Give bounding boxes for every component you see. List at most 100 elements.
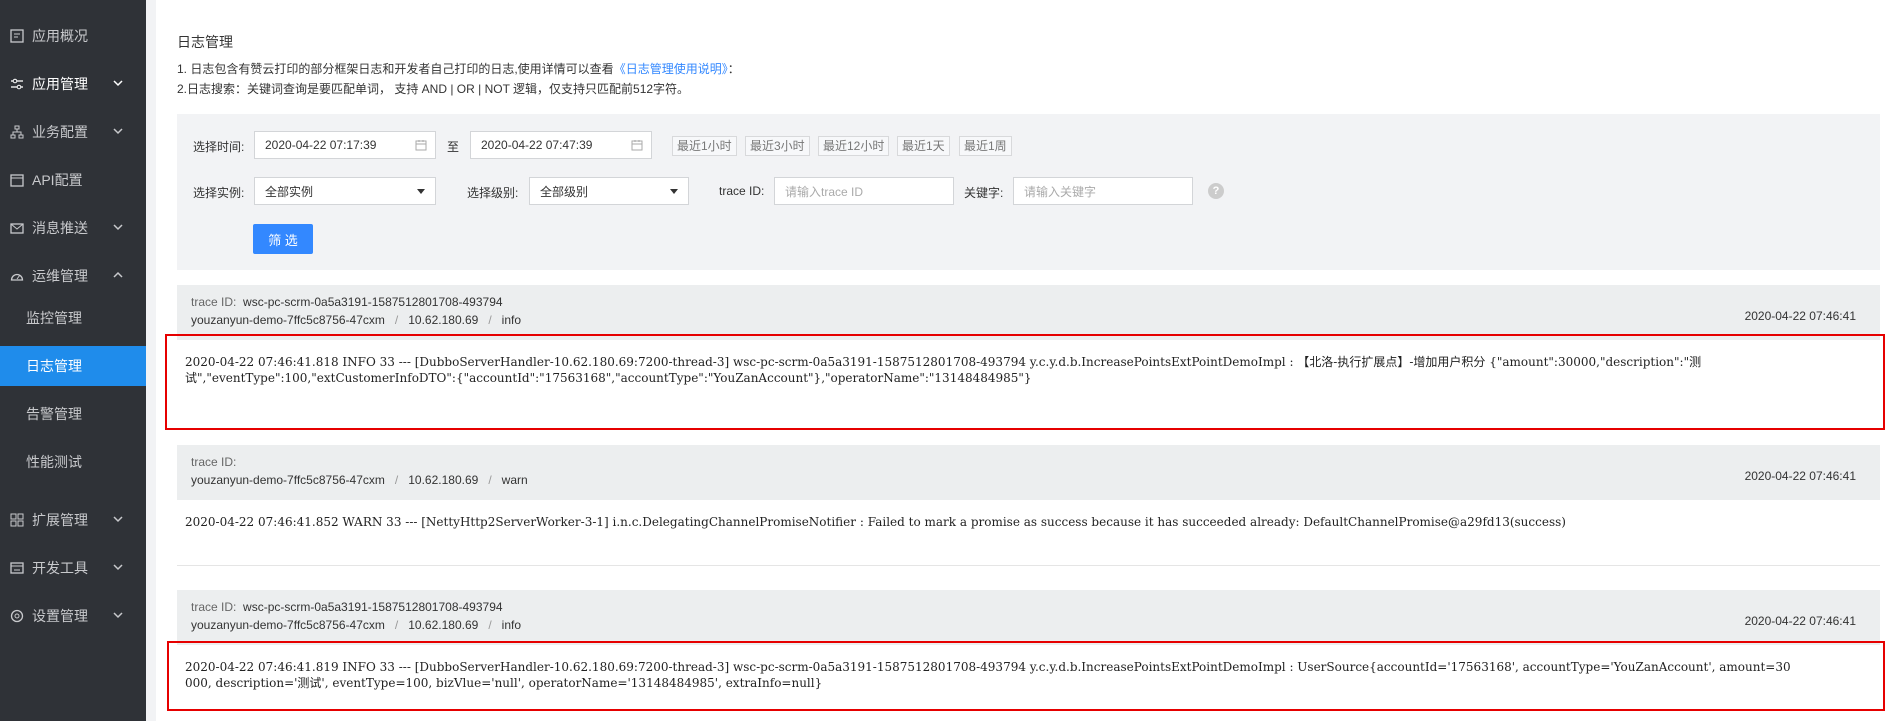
level-select[interactable]: 全部级别 (529, 177, 689, 205)
trace-id-caption: trace ID: (191, 295, 237, 309)
dashboard-icon (10, 269, 24, 283)
trace-id-value[interactable]: wsc-pc-scrm-0a5a3191-1587512801708-49379… (243, 295, 503, 309)
nav-sub-perf-test[interactable]: 性能测试 (0, 442, 146, 482)
chevron-down-icon (113, 612, 123, 619)
chevron-down-icon (113, 80, 123, 87)
grid-icon (10, 513, 24, 527)
log-message: 2020-04-22 07:46:41.852 WARN 33 --- [Net… (185, 514, 1865, 530)
intro-text-end: ： (727, 62, 740, 76)
log-entry-header: trace ID: wsc-pc-scrm-0a5a3191-158751280… (177, 285, 1880, 340)
nav-sub-label: 告警管理 (26, 406, 82, 422)
nav-app-management[interactable]: 应用管理 (0, 64, 146, 104)
level-value: 全部级别 (540, 184, 589, 199)
intro-text: 1. 日志包含有赞云打印的部分框架日志和开发者自己打印的日志,使用详情可以查看 (177, 62, 614, 76)
nav-label: 应用管理 (32, 76, 88, 92)
start-time-input[interactable]: 2020-04-22 07:17:39 (254, 131, 436, 159)
nav-message-push[interactable]: 消息推送 (0, 208, 146, 248)
end-time-input[interactable]: 2020-04-22 07:47:39 (470, 131, 652, 159)
nav-dev-tools[interactable]: 开发工具 (0, 548, 146, 588)
log-entry-header: trace ID: wsc-pc-scrm-0a5a3191-158751280… (177, 590, 1880, 645)
meta-separator: / (488, 473, 492, 487)
log-entry-header: trace ID: youzanyun-demo-7ffc5c8756-47cx… (177, 445, 1880, 500)
filter-panel: 选择时间: 2020-04-22 07:17:39 至 2020-04-22 0… (177, 114, 1880, 270)
usage-guide-link[interactable]: 《日志管理使用说明》 (614, 62, 728, 76)
keyword-input[interactable]: 请输入关键字 (1013, 177, 1193, 205)
log-meta: youzanyun-demo-7ffc5c8756-47cxm / 10.62.18… (191, 473, 528, 487)
quick-range-1w[interactable]: 最近1周 (959, 136, 1012, 156)
caret-down-icon (670, 189, 678, 194)
nav-label: 消息推送 (32, 220, 88, 236)
log-meta: youzanyun-demo-7ffc5c8756-47cxm / 10.62.18… (191, 313, 521, 327)
meta-separator: / (394, 473, 399, 487)
sliders-icon (10, 77, 24, 91)
intro-line-1: 1. 日志包含有赞云打印的部分框架日志和开发者自己打印的日志,使用详情可以查看《… (177, 60, 740, 77)
nav-sub-alerts[interactable]: 告警管理 (0, 394, 146, 434)
log-trace: trace ID: (191, 455, 243, 469)
log-ip: 10.62.180.69 (408, 473, 479, 487)
nav-label: 扩展管理 (32, 512, 88, 528)
nav-app-overview[interactable]: 应用概况 (0, 16, 146, 56)
help-icon[interactable]: ? (1208, 183, 1224, 199)
nav-sub-label: 性能测试 (26, 454, 82, 470)
trace-id-input[interactable]: 请输入trace ID (774, 177, 954, 205)
keyword-placeholder: 请输入关键字 (1024, 184, 1097, 199)
nav-ops-management[interactable]: 运维管理 (0, 256, 146, 296)
end-time-value: 2020-04-22 07:47:39 (481, 138, 593, 152)
mail-icon (10, 221, 24, 235)
divider (177, 565, 1880, 566)
gear-icon (10, 609, 24, 623)
nav-business-config[interactable]: 业务配置 (0, 112, 146, 152)
sidebar: 应用概况 应用管理 业务配置 API配置 消息推送 运维管理 监控管理 日志管理… (0, 0, 146, 721)
log-instance: youzanyun-demo-7ffc5c8756-47cxm (191, 618, 385, 632)
filter-button[interactable]: 筛 选 (253, 224, 313, 254)
log-time: 2020-04-22 07:46:41 (1744, 309, 1856, 323)
instance-label: 选择实例: (193, 186, 245, 200)
meta-separator: / (488, 313, 492, 327)
hierarchy-icon (10, 125, 24, 139)
log-instance: youzanyun-demo-7ffc5c8756-47cxm (191, 473, 385, 487)
log-time: 2020-04-22 07:46:41 (1744, 469, 1856, 483)
meta-separator: / (394, 618, 399, 632)
trace-id-placeholder: 请输入trace ID (785, 184, 864, 199)
nav-label: 业务配置 (32, 124, 88, 140)
trace-id-value[interactable]: wsc-pc-scrm-0a5a3191-1587512801708-49379… (243, 600, 503, 614)
chevron-down-icon (113, 564, 123, 571)
nav-extension-management[interactable]: 扩展管理 (0, 500, 146, 540)
trace-id-caption: trace ID: (191, 455, 237, 469)
log-level: warn (501, 473, 528, 487)
nav-label: 开发工具 (32, 560, 88, 576)
quick-range-1d[interactable]: 最近1天 (897, 136, 950, 156)
page-title: 日志管理 (177, 34, 233, 50)
document-icon (10, 173, 24, 187)
highlight-box (167, 641, 1885, 711)
instance-select[interactable]: 全部实例 (254, 177, 436, 205)
log-instance: youzanyun-demo-7ffc5c8756-47cxm (191, 313, 385, 327)
log-ip: 10.62.180.69 (408, 618, 479, 632)
trace-id-caption: trace ID: (191, 600, 237, 614)
nav-sub-monitor[interactable]: 监控管理 (0, 298, 146, 338)
meta-separator: / (488, 618, 492, 632)
log-trace: trace ID: wsc-pc-scrm-0a5a3191-158751280… (191, 600, 503, 614)
log-level: info (501, 313, 522, 327)
calendar-icon (415, 140, 427, 151)
chevron-down-icon (113, 516, 123, 523)
level-label: 选择级别: (467, 186, 519, 200)
nav-settings-management[interactable]: 设置管理 (0, 596, 146, 636)
time-label: 选择时间: (193, 140, 245, 154)
start-time-value: 2020-04-22 07:17:39 (265, 138, 377, 152)
quick-range-3h[interactable]: 最近3小时 (745, 136, 810, 156)
quick-range-12h[interactable]: 最近12小时 (818, 136, 890, 156)
nav-sub-label: 监控管理 (26, 310, 82, 326)
chevron-up-icon (113, 271, 123, 278)
log-time: 2020-04-22 07:46:41 (1744, 614, 1856, 628)
trace-id-label: trace ID: (719, 184, 765, 198)
quick-range-1h[interactable]: 最近1小时 (672, 136, 737, 156)
nav-sub-logs[interactable]: 日志管理 (0, 346, 146, 386)
log-meta: youzanyun-demo-7ffc5c8756-47cxm / 10.62.18… (191, 618, 521, 632)
chevron-down-icon (113, 128, 123, 135)
nav-label: API配置 (32, 172, 83, 188)
nav-api-config[interactable]: API配置 (0, 160, 146, 200)
log-trace: trace ID: wsc-pc-scrm-0a5a3191-158751280… (191, 295, 503, 309)
to-label: 至 (447, 140, 460, 154)
keyword-label: 关键字: (964, 186, 1004, 200)
